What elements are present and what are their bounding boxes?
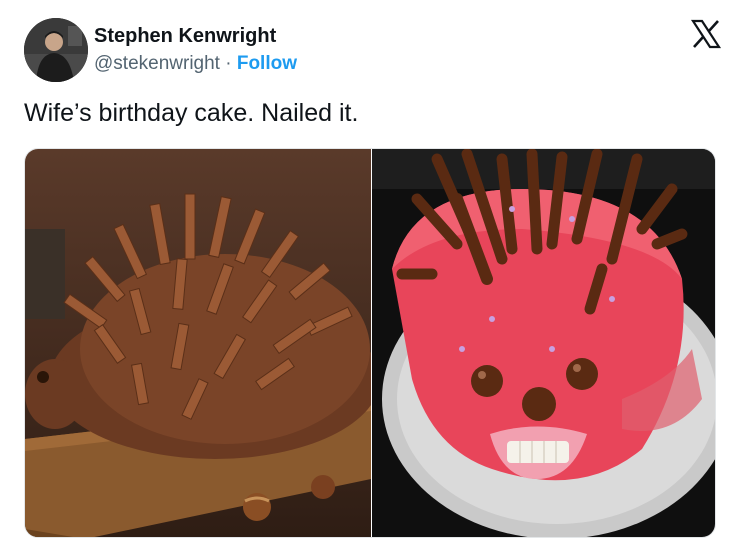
x-logo-icon[interactable]: [690, 18, 722, 50]
author-name[interactable]: Stephen Kenwright: [94, 25, 276, 48]
tweet-header: Stephen Kenwright @stekenwright · Follow: [24, 16, 724, 86]
tweet-text: Wife’s birthday cake. Nailed it.: [24, 99, 359, 127]
author-handle[interactable]: @stekenwright: [94, 53, 220, 74]
avatar-image: [24, 18, 88, 82]
pink-hedgehog-cake-image[interactable]: [372, 149, 716, 538]
chocolate-hedgehog-cake-image[interactable]: [25, 149, 371, 538]
author-handle-row: @stekenwright · Follow: [94, 53, 297, 75]
follow-button[interactable]: Follow: [237, 53, 297, 74]
avatar[interactable]: [24, 18, 88, 82]
handle-separator: ·: [225, 53, 232, 74]
tweet-media[interactable]: [24, 148, 716, 538]
